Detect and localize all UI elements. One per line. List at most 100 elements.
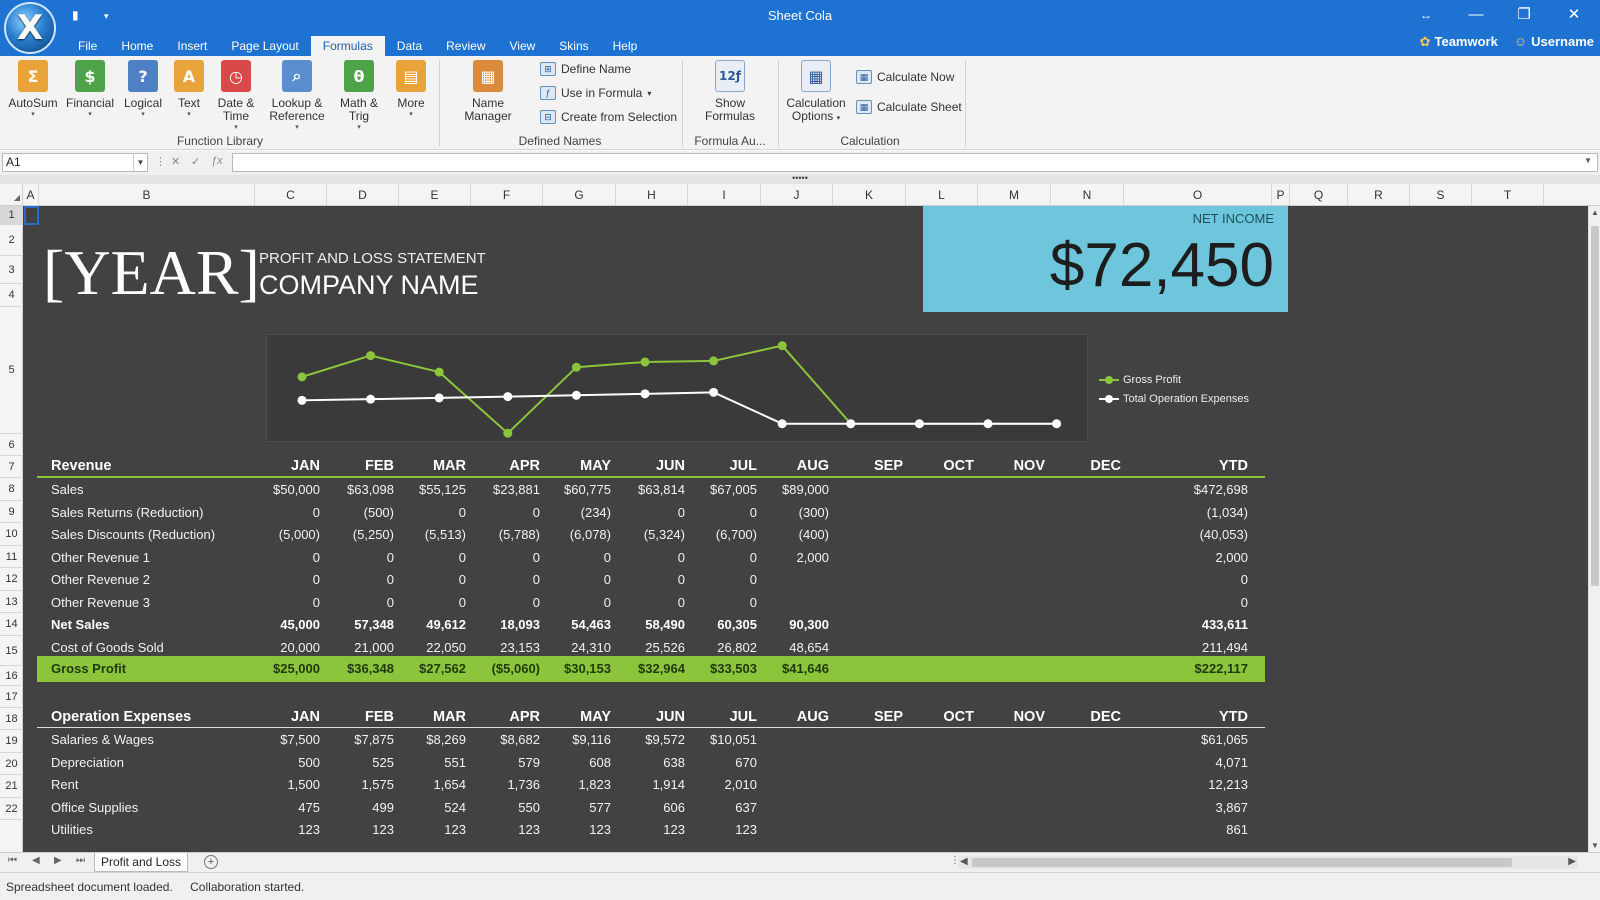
table-cell[interactable]: (5,324) — [644, 527, 685, 542]
tab-data[interactable]: Data — [385, 36, 434, 56]
table-cell[interactable]: (500) — [364, 505, 394, 520]
table-cell[interactable]: 550 — [518, 800, 540, 815]
table-cell[interactable]: 0 — [604, 572, 611, 587]
table-cell[interactable]: 525 — [372, 755, 394, 770]
data-point[interactable] — [709, 356, 719, 366]
table-cell[interactable]: 1,736 — [507, 777, 540, 792]
table-cell[interactable]: 0 — [533, 595, 540, 610]
gross-profit-cell[interactable]: $27,562 — [419, 661, 466, 676]
vertical-scrollbar[interactable]: ▲ ▼ — [1588, 206, 1600, 852]
ytd-cell[interactable]: 0 — [1241, 595, 1248, 610]
row-header-15[interactable]: 15 — [0, 636, 23, 666]
column-header-d[interactable]: D — [327, 184, 399, 206]
table-cell[interactable]: 0 — [750, 505, 757, 520]
table-cell[interactable]: 499 — [372, 800, 394, 815]
ytd-cell[interactable]: 0 — [1241, 572, 1248, 587]
tab-formulas[interactable]: Formulas — [310, 36, 385, 56]
ytd-cell[interactable]: 3,867 — [1215, 800, 1248, 815]
table-cell[interactable]: 1,575 — [361, 777, 394, 792]
data-point[interactable] — [777, 419, 787, 429]
tab-help[interactable]: Help — [601, 36, 650, 56]
data-point[interactable] — [434, 367, 444, 377]
math-trig-button[interactable]: θ Math & Trig ▾ — [334, 60, 384, 132]
use-in-formula-button[interactable]: ƒ Use in Formula ▾ — [540, 86, 651, 100]
row-header-16[interactable]: 16 — [0, 666, 23, 686]
financial-button[interactable]: $ Financial ▾ — [62, 60, 118, 119]
table-cell[interactable]: (234) — [581, 505, 611, 520]
table-cell[interactable]: 60,305 — [717, 617, 757, 632]
ytd-cell[interactable]: (1,034) — [1207, 505, 1248, 520]
table-cell[interactable]: 123 — [735, 822, 757, 837]
table-cell[interactable]: $89,000 — [782, 482, 829, 497]
column-header-p[interactable]: P — [1272, 184, 1290, 206]
table-cell[interactable]: 123 — [298, 822, 320, 837]
table-cell[interactable]: $60,775 — [564, 482, 611, 497]
resize-icon[interactable]: ↔ — [1412, 4, 1440, 26]
row-header-9[interactable]: 9 — [0, 501, 23, 523]
table-cell[interactable]: 22,050 — [426, 640, 466, 655]
table-cell[interactable]: 20,000 — [280, 640, 320, 655]
column-header-a[interactable]: A — [23, 184, 39, 206]
data-point[interactable] — [571, 390, 581, 400]
scroll-right-icon[interactable]: ▶ — [1568, 856, 1576, 867]
text-button[interactable]: A Text ▾ — [168, 60, 210, 119]
data-point[interactable] — [640, 357, 650, 367]
table-cell[interactable]: 0 — [459, 505, 466, 520]
row-header-4[interactable]: 4 — [0, 284, 23, 307]
row-header-8[interactable]: 8 — [0, 478, 23, 501]
sheet-content[interactable]: [YEAR] PROFIT AND LOSS STATEMENT COMPANY… — [23, 206, 1588, 852]
column-header-k[interactable]: K — [833, 184, 906, 206]
table-cell[interactable]: 123 — [372, 822, 394, 837]
table-cell[interactable]: (5,000) — [279, 527, 320, 542]
horizontal-scrollbar[interactable]: ◀ ▶ — [958, 856, 1578, 869]
teamwork-button[interactable]: ✿ Teamwork — [1420, 34, 1498, 50]
table-cell[interactable]: $23,881 — [493, 482, 540, 497]
table-cell[interactable]: 0 — [533, 505, 540, 520]
table-cell[interactable]: 2,000 — [796, 550, 829, 565]
table-cell[interactable]: 475 — [298, 800, 320, 815]
name-box[interactable]: A1 ▼ — [2, 153, 148, 172]
ytd-cell[interactable]: (40,053) — [1200, 527, 1248, 542]
table-cell[interactable]: 0 — [387, 572, 394, 587]
table-cell[interactable]: $63,814 — [638, 482, 685, 497]
scroll-up-icon[interactable]: ▲ — [1589, 208, 1600, 217]
table-cell[interactable]: 1,823 — [578, 777, 611, 792]
table-cell[interactable]: (6,700) — [716, 527, 757, 542]
table-cell[interactable]: 25,526 — [645, 640, 685, 655]
name-manager-button[interactable]: ▦ Name Manager — [450, 60, 526, 123]
table-cell[interactable]: 606 — [663, 800, 685, 815]
table-cell[interactable]: 54,463 — [571, 617, 611, 632]
line-chart[interactable] — [266, 334, 1088, 442]
row-header-3[interactable]: 3 — [0, 256, 23, 284]
table-cell[interactable]: 21,000 — [354, 640, 394, 655]
table-cell[interactable]: (5,513) — [425, 527, 466, 542]
calculation-options-button[interactable]: ▦ Calculation Options ▾ — [786, 60, 846, 125]
column-header-i[interactable]: I — [688, 184, 761, 206]
gross-profit-cell[interactable]: $30,153 — [564, 661, 611, 676]
tab-skins[interactable]: Skins — [547, 36, 600, 56]
data-point[interactable] — [366, 351, 376, 361]
prev-sheet-icon[interactable]: ◀ — [32, 855, 40, 866]
column-header-s[interactable]: S — [1410, 184, 1472, 206]
data-point[interactable] — [503, 428, 513, 438]
data-point[interactable] — [709, 387, 719, 397]
next-sheet-icon[interactable]: ▶ — [54, 855, 62, 866]
table-cell[interactable]: $8,269 — [426, 732, 466, 747]
column-header-c[interactable]: C — [255, 184, 327, 206]
row-header-13[interactable]: 13 — [0, 591, 23, 613]
confirm-icon[interactable]: ✓ — [191, 155, 200, 168]
minimize-button[interactable]: — — [1462, 4, 1490, 26]
define-name-button[interactable]: ⊞ Define Name — [540, 62, 631, 76]
table-cell[interactable]: 23,153 — [500, 640, 540, 655]
table-cell[interactable]: 26,802 — [717, 640, 757, 655]
gross-profit-ytd[interactable]: $222,117 — [1194, 661, 1248, 676]
table-cell[interactable]: (300) — [799, 505, 829, 520]
column-header-o[interactable]: O — [1124, 184, 1272, 206]
data-point[interactable] — [297, 372, 307, 382]
row-header-22[interactable]: 22 — [0, 798, 23, 820]
table-cell[interactable]: $50,000 — [273, 482, 320, 497]
table-cell[interactable]: 579 — [518, 755, 540, 770]
date-time-button[interactable]: ◷ Date & Time ▾ — [212, 60, 260, 132]
table-cell[interactable]: 608 — [589, 755, 611, 770]
table-cell[interactable]: 0 — [750, 595, 757, 610]
